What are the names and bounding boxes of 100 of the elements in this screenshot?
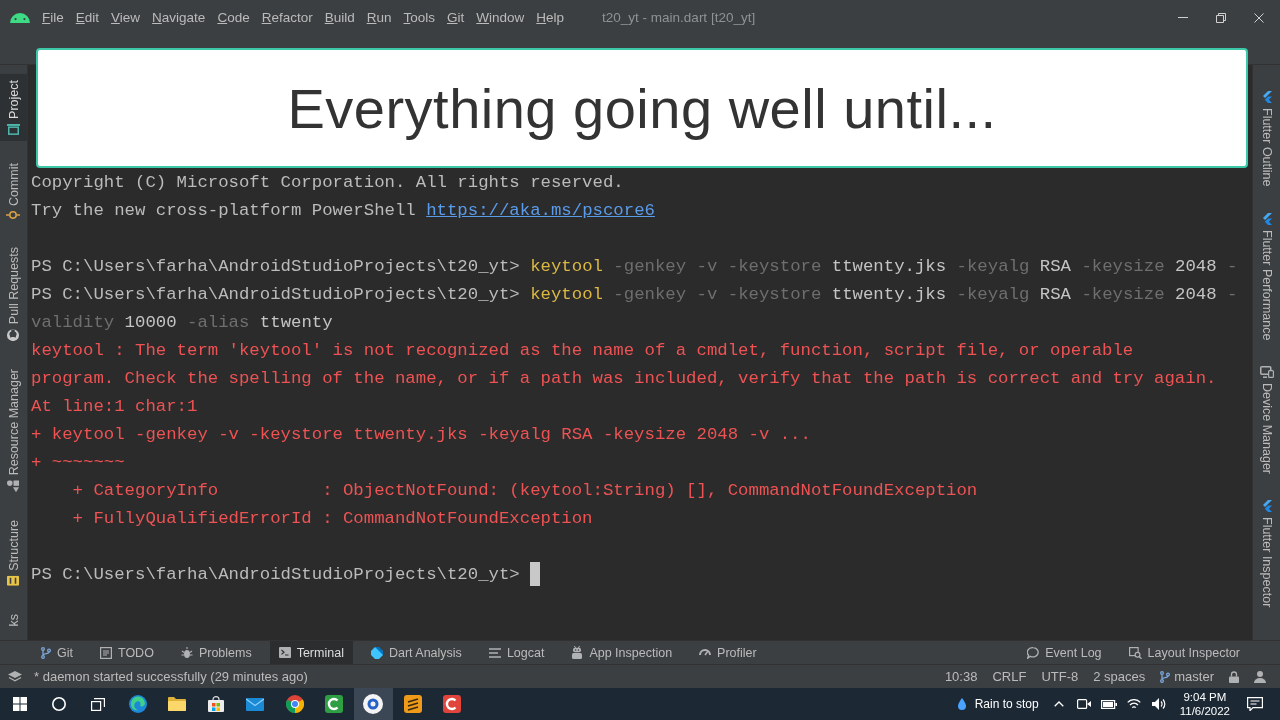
command-text: validity 10000 -alias ttwenty [31,313,333,332]
tool-window-button[interactable]: Logcat [479,641,554,664]
list-box-icon [100,646,112,659]
menu-item[interactable]: File [36,7,70,28]
menu-item[interactable]: Run [360,7,398,28]
cat-circle-icon [7,329,20,342]
terminal-text: Copyright (C) Microsoft Corporation. All rights reserved. [31,173,624,192]
android-icon [10,12,30,23]
flutter-icon [1261,212,1272,225]
arc-tile-icon [325,695,343,713]
commit-icon [6,210,21,219]
status-bar-widget[interactable]: CRLF [992,669,1027,684]
octagon-icon [370,646,383,659]
tool-window-button[interactable]: Problems [171,641,261,664]
error-text: + ~~~~~~~ [31,453,125,472]
error-text: program. Check the spelling of the name, or if a path was included, verify that the path is correct and try again. [31,369,1217,388]
menu-item[interactable]: Help [530,7,571,28]
tool-window-tab[interactable]: ks [0,608,27,633]
menu-item[interactable]: Refactor [255,7,319,28]
prompt-text: PS C:\Users\farha\AndroidStudioProjects\t20_yt> [31,565,520,584]
menu-item[interactable]: Tools [397,7,441,28]
tool-window-button[interactable]: Event Log [1018,641,1111,664]
clock-time[interactable]: 9:04 PM [1183,690,1227,704]
battery-icon [1101,699,1118,709]
status-bar-widget[interactable]: 10:38 [944,669,978,684]
tool-window-tab[interactable]: Flutter Performance [1253,206,1280,346]
command-text: keytool -genkey -v -keystore ttwenty.jks -keyalg RSA -keysize 2048 - [530,257,1238,276]
notification-icon [1247,697,1263,711]
tool-window-tab[interactable]: Flutter Outline [1253,85,1280,193]
shapes-icon [7,480,20,493]
robot-icon [571,646,584,659]
tool-window-button[interactable]: Dart Analysis [361,641,471,664]
error-text: + CategoryInfo : ObjectNotFound: (keytool:String) [], CommandNotFoundException [72,481,978,500]
structure-icon [7,576,20,587]
lines-icon [488,647,501,658]
laptop-icon [7,123,20,135]
branch-widget[interactable]: master [1160,669,1214,684]
caption-text: Everything going well until... [287,75,997,141]
speech-bubble-icon [1027,646,1040,659]
windows-logo-icon [12,697,27,711]
person-icon [1254,670,1266,683]
menu-item[interactable]: Window [470,7,531,28]
tool-window-button[interactable]: Git [32,641,82,664]
tool-window-tab[interactable]: Structure [0,514,27,593]
folder-icon [167,697,186,711]
flutter-icon [1261,91,1272,103]
tool-window-button[interactable]: Terminal [269,641,353,664]
search-icon [51,697,66,711]
lock-icon [1229,670,1239,683]
prompt-text: PS C:\Users\farha\AndroidStudioProjects\t20_yt> [31,285,520,304]
envelope-icon [246,697,265,711]
clock-date[interactable]: 11/6/2022 [1179,704,1230,718]
tool-window-tab[interactable]: Commit [0,156,27,225]
weather-button[interactable]: Rain to stop [949,688,1047,720]
status-message: * daemon started successfully (29 minutes ago) [34,669,308,684]
command-text: keytool -genkey -v -keystore ttwenty.jks -keyalg RSA -keysize 2048 - [530,285,1238,304]
menu-item[interactable]: Edit [69,7,106,28]
menu-item[interactable]: View [105,7,147,28]
shopping-bag-icon [208,696,225,712]
error-text: + keytool -genkey -v -keystore ttwenty.jks -keyalg RSA -keysize 2048 -v ... [31,425,811,444]
task-view-icon [91,697,106,711]
tool-window-tab[interactable]: Resource Manager [0,363,27,499]
tool-window-tab[interactable]: Device Manager [1253,360,1280,480]
menu-item[interactable]: Code [211,7,256,28]
tool-window-button[interactable]: Layout Inspector [1119,641,1249,664]
close-icon [1254,12,1264,23]
terminal-text: Try the new cross-platform PowerShell [31,201,416,220]
minimize-icon [1178,17,1188,18]
error-text: + FullyQualifiedErrorId : CommandNotFoundException [72,509,593,528]
raindrop-icon [957,698,966,710]
tool-window-tab[interactable]: Flutter Inspector [1253,494,1280,614]
menu-item[interactable]: Build [318,7,361,28]
tool-window-button[interactable]: TODO [91,641,163,664]
window-title: t20_yt - main.dart [t20_yt] [602,10,756,25]
branch-icon [41,646,51,659]
terminal-icon [278,647,291,658]
tool-window-button[interactable]: App Inspection [562,641,682,664]
devices-icon [1259,366,1274,378]
window-magnifier-icon [1128,646,1142,659]
menu-item[interactable]: Navigate [146,7,212,28]
browser-wave-icon [128,695,147,713]
error-text: keytool : The term 'keytool' is not recognized as the name of a cmdlet, function, script file, or operable [31,341,1134,360]
status-bar-widget[interactable]: UTF-8 [1041,669,1079,684]
flutter-icon [1261,500,1272,512]
round-app-icon [363,694,384,714]
restore-icon [1216,12,1226,23]
menu-item[interactable]: Git [441,7,471,28]
wifi-icon [1127,699,1142,709]
taskbar-app-button[interactable] [353,688,393,720]
tool-window-button[interactable]: Profiler [690,641,766,664]
stripes-tile-icon [403,695,422,713]
tool-window-tab[interactable]: Project [0,74,27,141]
prompt-text: PS C:\Users\farha\AndroidStudioProjects\t20_yt> [31,257,520,276]
tool-window-tab[interactable]: Pull Requests [0,240,27,348]
error-text: At line:1 char:1 [31,397,198,416]
branch-icon [1160,670,1171,683]
arc-tile-icon [442,695,461,713]
chevron-up-icon [1054,701,1065,707]
status-bar-widget[interactable]: 2 spaces [1093,669,1146,684]
link[interactable]: https://aka.ms/pscore6 [426,201,655,220]
